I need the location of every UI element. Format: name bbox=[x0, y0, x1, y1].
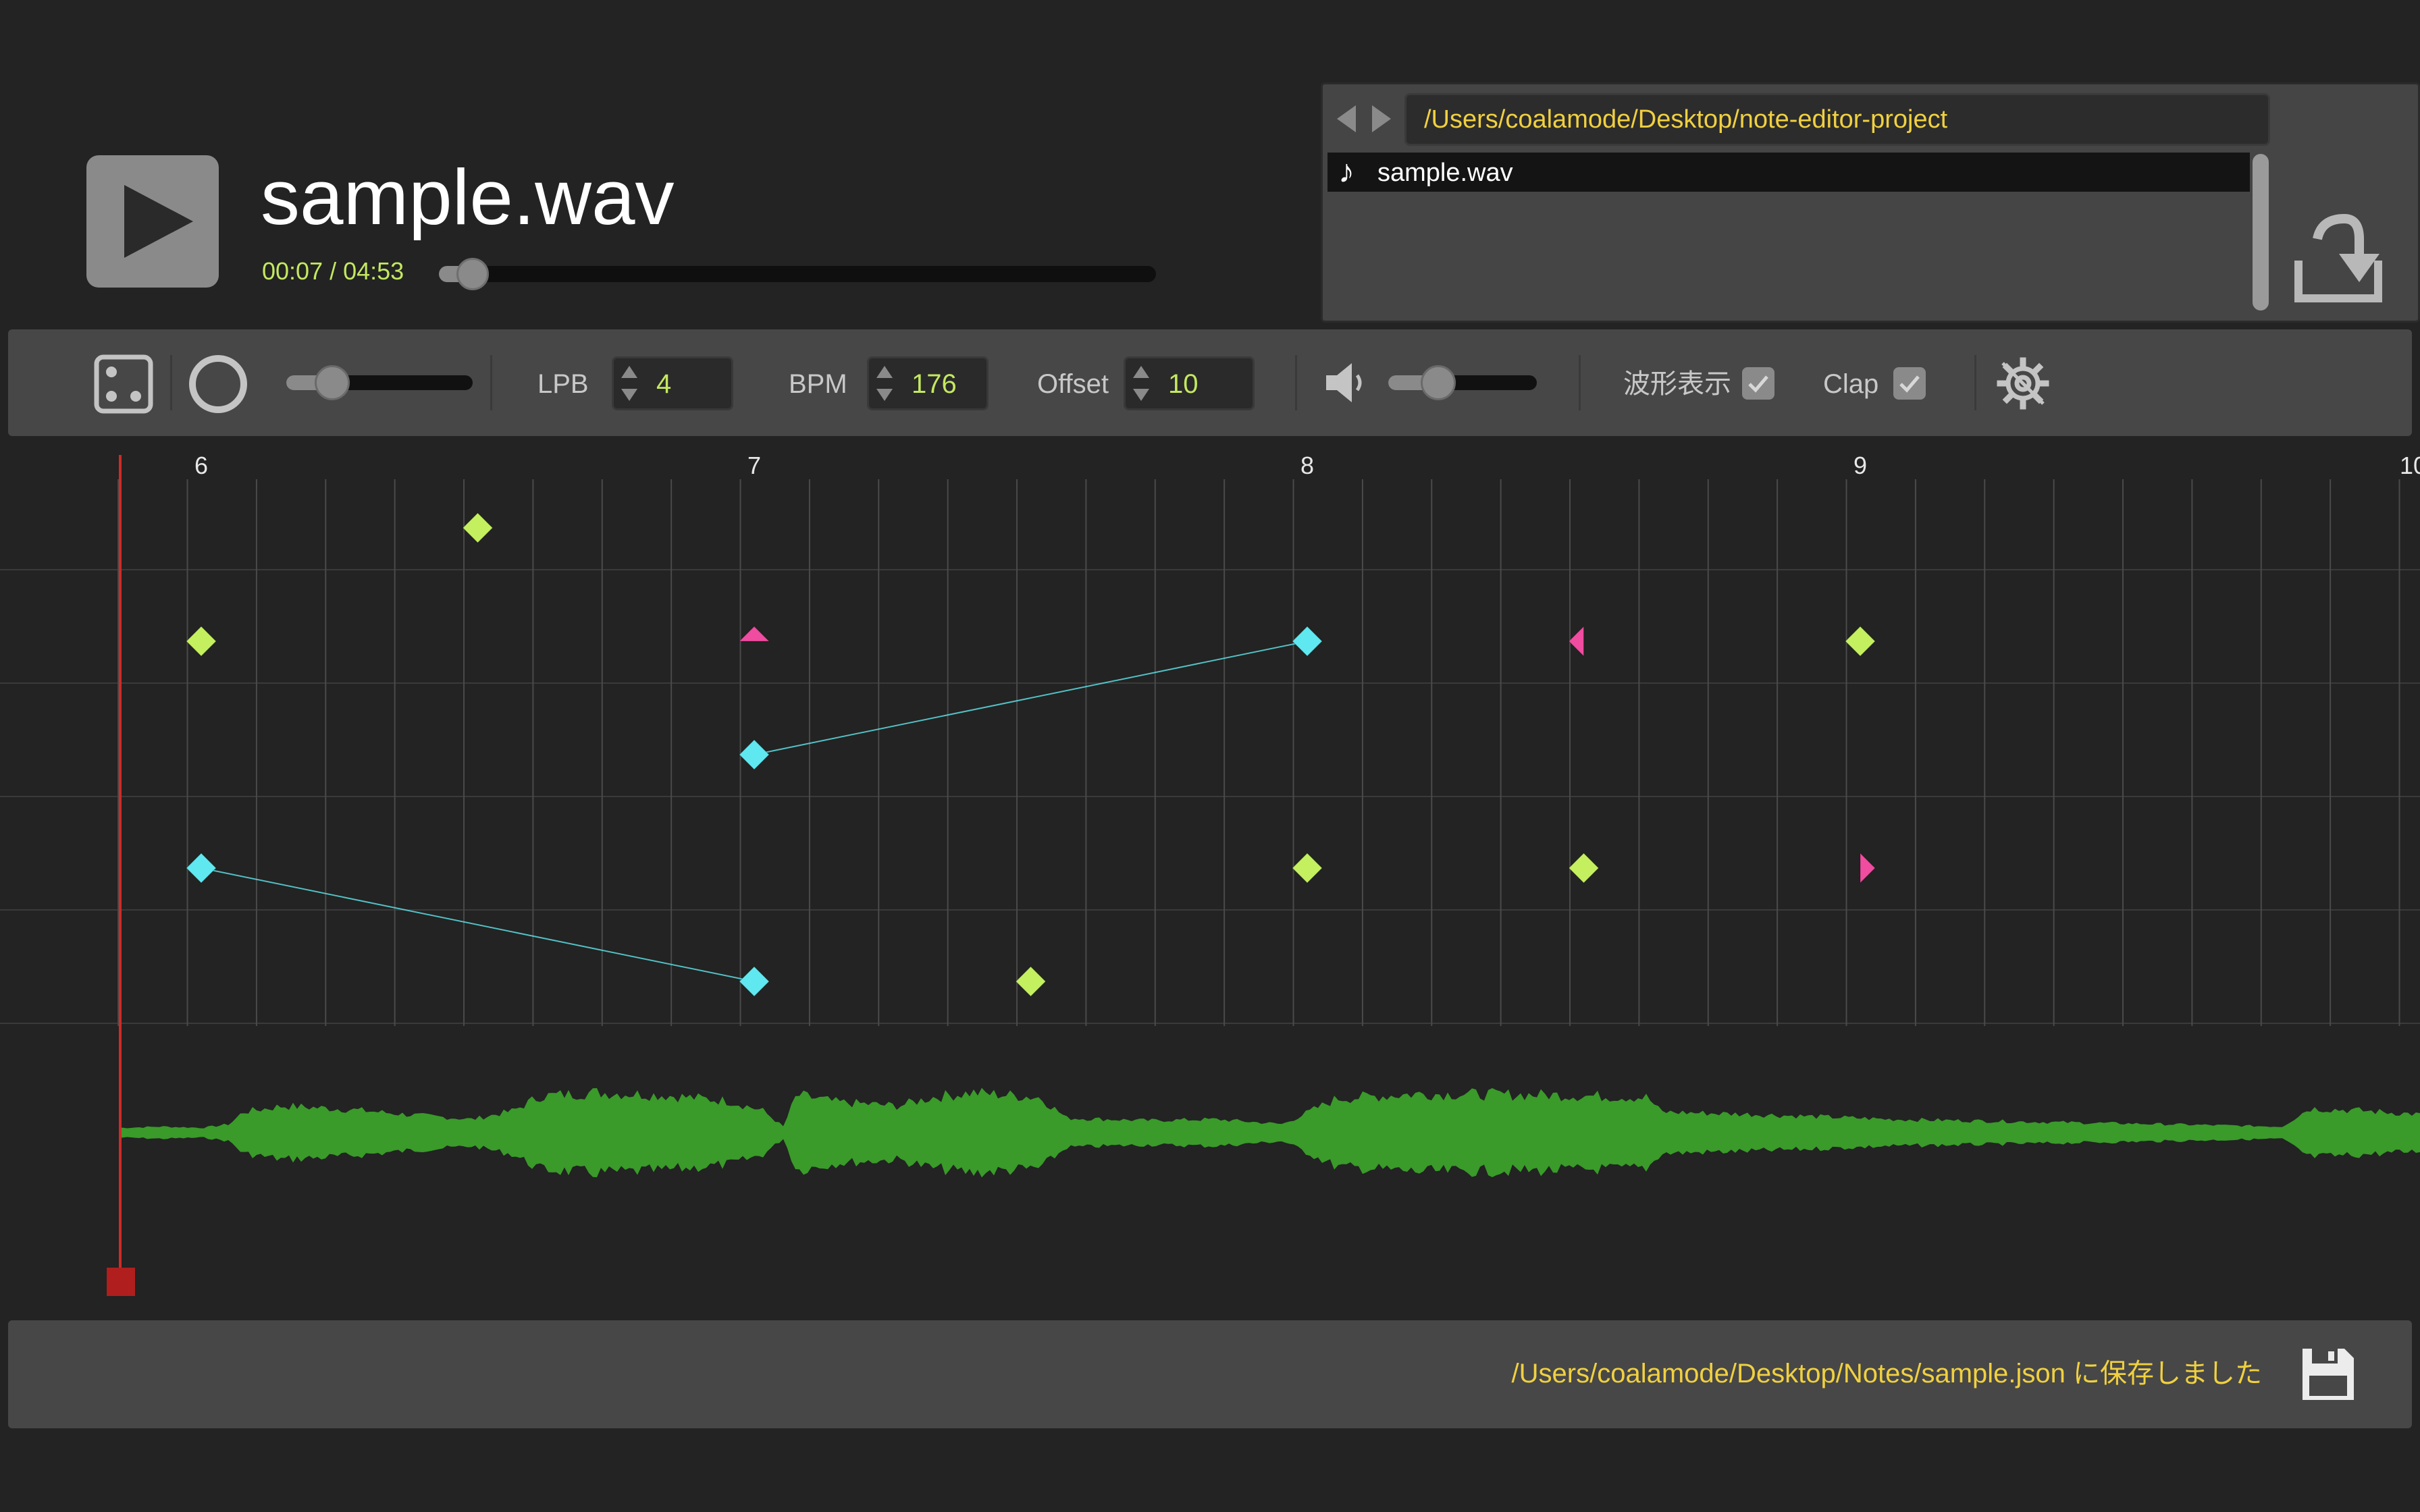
import-button[interactable] bbox=[2294, 212, 2386, 308]
long-note[interactable] bbox=[1292, 626, 1323, 657]
waveform-shape bbox=[119, 1087, 2420, 1178]
playhead-handle[interactable] bbox=[107, 1268, 135, 1296]
beat-label: 9 bbox=[1853, 452, 1867, 479]
waveform-toggle-label: 波形表示 bbox=[1623, 369, 1731, 399]
toolbar-divider bbox=[170, 355, 172, 410]
grid-lines bbox=[0, 479, 2420, 1026]
clap-checkbox[interactable] bbox=[1893, 367, 1926, 400]
record-button[interactable] bbox=[188, 354, 248, 418]
file-list-item-label: sample.wav bbox=[1377, 159, 1513, 187]
stepper-arrows-icon bbox=[1133, 366, 1149, 401]
import-icon bbox=[2294, 213, 2382, 302]
flick-left-note[interactable] bbox=[1568, 625, 1584, 657]
waveform bbox=[119, 1087, 2420, 1178]
play-button[interactable] bbox=[86, 155, 219, 288]
beat-label: 10 bbox=[2400, 452, 2420, 479]
status-message: /Users/coalamode/Desktop/Notes/sample.js… bbox=[1511, 1359, 2262, 1388]
checkmark-icon bbox=[1899, 375, 1920, 393]
toolbar-divider bbox=[1974, 355, 1976, 410]
single-note[interactable] bbox=[186, 626, 217, 657]
file-list-scrollbar[interactable] bbox=[2253, 154, 2269, 310]
speaker-icon bbox=[1326, 363, 1362, 402]
clap-toggle-label: Clap bbox=[1823, 369, 1879, 399]
mute-button[interactable] bbox=[1323, 360, 1364, 408]
lpb-label: LPB bbox=[537, 369, 589, 399]
playback-time: 00:07 / 04:53 bbox=[262, 257, 404, 285]
toolbar-divider bbox=[1579, 355, 1581, 410]
flick-right-note[interactable] bbox=[1860, 852, 1876, 884]
single-note[interactable] bbox=[1845, 626, 1876, 657]
stepper-arrows-icon bbox=[876, 366, 893, 401]
bpm-value[interactable]: 176 bbox=[912, 367, 957, 401]
single-note[interactable] bbox=[1568, 853, 1600, 884]
beat-labels: 6 7 8 9 10 bbox=[194, 452, 2420, 479]
seek-bar[interactable] bbox=[439, 266, 1156, 282]
random-button[interactable] bbox=[93, 354, 154, 418]
toolbar-divider bbox=[490, 355, 492, 410]
single-note[interactable] bbox=[1292, 853, 1323, 884]
long-note[interactable] bbox=[186, 853, 217, 884]
long-note[interactable] bbox=[739, 739, 770, 770]
triangle-right-icon bbox=[1372, 105, 1391, 132]
seek-thumb[interactable] bbox=[456, 258, 490, 290]
note-editor-grid[interactable]: 6 7 8 9 10 bbox=[0, 446, 2420, 1040]
volume-slider-thumb[interactable] bbox=[1421, 365, 1456, 400]
back-button[interactable] bbox=[1336, 104, 1360, 137]
single-note[interactable] bbox=[1015, 966, 1047, 997]
stepper-arrows-icon bbox=[621, 366, 637, 401]
settings-button[interactable] bbox=[1996, 356, 2050, 414]
beat-label: 6 bbox=[194, 452, 208, 479]
floppy-disk-icon bbox=[2303, 1349, 2354, 1400]
dice-icon bbox=[94, 354, 153, 414]
toolbar-divider bbox=[1295, 355, 1297, 410]
offset-value[interactable]: 10 bbox=[1168, 367, 1199, 401]
play-icon bbox=[124, 185, 193, 258]
forward-button[interactable] bbox=[1369, 104, 1394, 137]
waveform-checkbox[interactable] bbox=[1742, 367, 1774, 400]
playhead-line bbox=[119, 455, 122, 1277]
beat-label: 7 bbox=[747, 452, 761, 479]
notes bbox=[186, 512, 1876, 997]
long-note-links bbox=[201, 641, 1308, 982]
beat-label: 8 bbox=[1300, 452, 1314, 479]
long-note[interactable] bbox=[739, 966, 770, 997]
flick-up-note[interactable] bbox=[738, 626, 770, 642]
zoom-slider-thumb[interactable] bbox=[315, 365, 350, 400]
offset-label: Offset bbox=[1037, 369, 1109, 399]
directory-path-input[interactable]: /Users/coalamode/Desktop/note-editor-pro… bbox=[1404, 93, 2270, 146]
save-button[interactable] bbox=[2300, 1346, 2357, 1406]
music-note-icon: ♪ bbox=[1338, 154, 1354, 190]
single-note[interactable] bbox=[462, 512, 494, 543]
bpm-label: BPM bbox=[789, 369, 847, 399]
circle-icon bbox=[189, 355, 247, 413]
lpb-value[interactable]: 4 bbox=[656, 367, 671, 401]
triangle-left-icon bbox=[1337, 105, 1356, 132]
file-title: sample.wav bbox=[261, 153, 675, 241]
gear-icon bbox=[1997, 357, 2049, 410]
checkmark-icon bbox=[1748, 375, 1768, 393]
